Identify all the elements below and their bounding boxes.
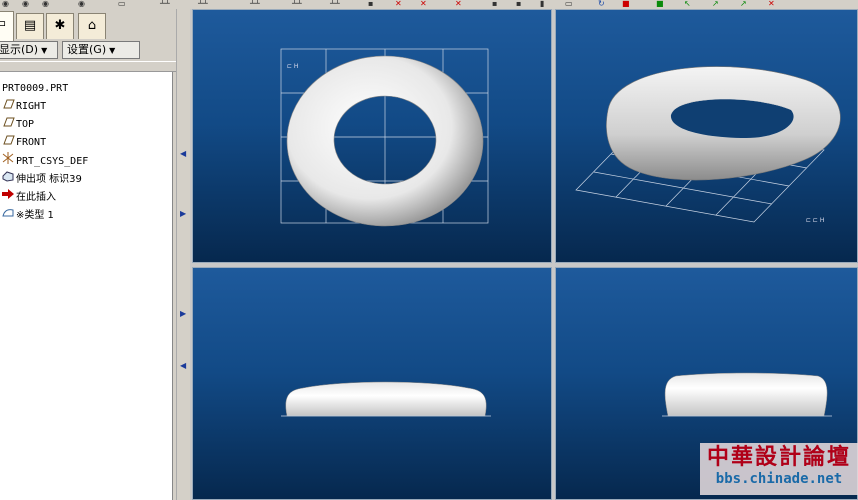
tree-item-label: 伸出项 标识39 [16, 174, 82, 185]
frame-icon[interactable]: ▭ [118, 0, 126, 8]
tree-item-label: PRT_CSYS_DEF [16, 156, 89, 167]
print-icon[interactable]: ▪ [492, 0, 497, 8]
viewport-front-view[interactable] [192, 267, 552, 500]
view-eye-icon[interactable]: ◉ [42, 0, 49, 8]
datum-tool-icon[interactable]: ✕ [768, 0, 775, 8]
collapse-arrow-icon[interactable]: ◀ [180, 149, 186, 158]
expand-arrow-icon[interactable]: ▶ [180, 209, 186, 218]
datum-plane-icon [0, 116, 16, 133]
tree-item-protrusion[interactable]: 伸出项 标识39 [0, 170, 82, 187]
graphics-area: ⊏ H ⊏ ⊏ H [190, 9, 858, 500]
ruler-icon[interactable]: ┴┴ [160, 0, 170, 8]
ruler-icon[interactable]: ┴┴ [330, 0, 340, 8]
model-tree: PRT0009.PRT RIGHT TOP FRONT PRT_CSYS_DEF… [0, 72, 173, 500]
svg-text:⊏ ⊏ H: ⊏ ⊏ H [806, 217, 824, 224]
tree-item-label: ※类型 1 [16, 210, 54, 221]
settings-menu-label: 设置(G) [67, 43, 107, 56]
tree-menu-row: 显示(D) ▼ 设置(G) ▼ [0, 40, 176, 60]
tree-item-label: FRONT [16, 137, 47, 148]
datum-tool-icon[interactable]: ↗ [712, 0, 719, 8]
expand-arrow-icon[interactable]: ▶ [180, 309, 186, 318]
forum-watermark: 中華設計論壇 bbs.chinade.net [700, 443, 858, 495]
tree-root-label: PRT0009.PRT [2, 83, 69, 94]
tree-item-csys[interactable]: PRT_CSYS_DEF [0, 152, 88, 169]
watermark-title: 中華設計論壇 [706, 444, 851, 470]
protrusion-feature-icon [0, 170, 16, 188]
delete-icon[interactable]: ✕ [395, 0, 402, 8]
coordinate-system-icon [0, 152, 16, 170]
display-menu-label: 显示(D) [0, 43, 39, 56]
delete-icon[interactable]: ✕ [420, 0, 427, 8]
print-icon[interactable]: ▪ [516, 0, 521, 8]
tab-model-tree[interactable]: ▭ [0, 11, 14, 41]
ruler-icon[interactable]: ┴┴ [250, 0, 260, 8]
tree-column-header [0, 61, 176, 72]
tree-item-right[interactable]: RIGHT [0, 98, 46, 115]
settings-menu-button[interactable]: 设置(G) ▼ [62, 41, 140, 59]
viewport-top-view[interactable]: ⊏ H [192, 9, 552, 263]
model-tree-panel: ▭ ▤ ✱ ⌂ 显示(D)▼ 设置(G)▼ PRT0009.PRT RIGHT … [0, 9, 176, 500]
tree-item-type[interactable]: ※类型 1 [0, 206, 54, 223]
tree-item-label: TOP [16, 119, 35, 130]
datum-tool-icon[interactable]: ↖ [684, 0, 691, 8]
ring-side-profile [664, 372, 828, 417]
tree-item-front[interactable]: FRONT [0, 134, 46, 151]
shade-icon[interactable]: ■ [656, 0, 664, 8]
tree-item-label: 在此插入 [16, 192, 56, 203]
ring-front-profile [285, 381, 487, 417]
save-icon[interactable]: ▪ [368, 0, 373, 8]
tree-item-label: RIGHT [16, 101, 47, 112]
view-eye-icon[interactable]: ◉ [22, 0, 29, 8]
insert-here-arrow-icon [0, 188, 16, 206]
panel-splitter[interactable]: ◀ ▶ ▶ ◀ [176, 9, 191, 500]
tab-favorites[interactable]: ✱ [46, 13, 74, 39]
ruler-icon[interactable]: ┴┴ [292, 0, 302, 8]
datum-plane-icon [0, 134, 16, 151]
frame-icon[interactable]: ▭ [565, 0, 573, 8]
tab-folder-browser[interactable]: ▤ [16, 13, 44, 39]
tool-icon[interactable]: ▮ [540, 0, 544, 8]
ruler-icon[interactable]: ┴┴ [198, 0, 208, 8]
datum-plane-icon [0, 98, 16, 115]
svg-text:⊏ H: ⊏ H [287, 63, 298, 70]
variable-section-sweep-icon [0, 206, 16, 224]
color-palette-icon[interactable]: ■ [622, 0, 630, 8]
navigator-tabs: ▭ ▤ ✱ ⌂ [0, 11, 176, 41]
refresh-icon[interactable]: ↻ [598, 0, 605, 8]
tree-item-insert-here[interactable]: 在此插入 [0, 188, 56, 205]
datum-tool-icon[interactable]: ↗ [740, 0, 747, 8]
tree-item-top[interactable]: TOP [0, 116, 34, 133]
collapse-arrow-icon[interactable]: ◀ [180, 361, 186, 370]
dropdown-arrow-icon: ▼ [109, 46, 116, 55]
display-menu-button[interactable]: 显示(D) ▼ [0, 41, 58, 59]
view-eye-icon[interactable]: ◉ [78, 0, 85, 8]
dropdown-arrow-icon: ▼ [41, 46, 48, 55]
tree-root[interactable]: PRT0009.PRT [2, 80, 68, 97]
view-eye-icon[interactable]: ◉ [2, 0, 9, 8]
viewport-isometric-view[interactable]: ⊏ ⊏ H [555, 9, 858, 263]
tab-connections[interactable]: ⌂ [78, 13, 106, 39]
watermark-url: bbs.chinade.net [715, 471, 843, 487]
delete-icon[interactable]: ✕ [455, 0, 462, 8]
